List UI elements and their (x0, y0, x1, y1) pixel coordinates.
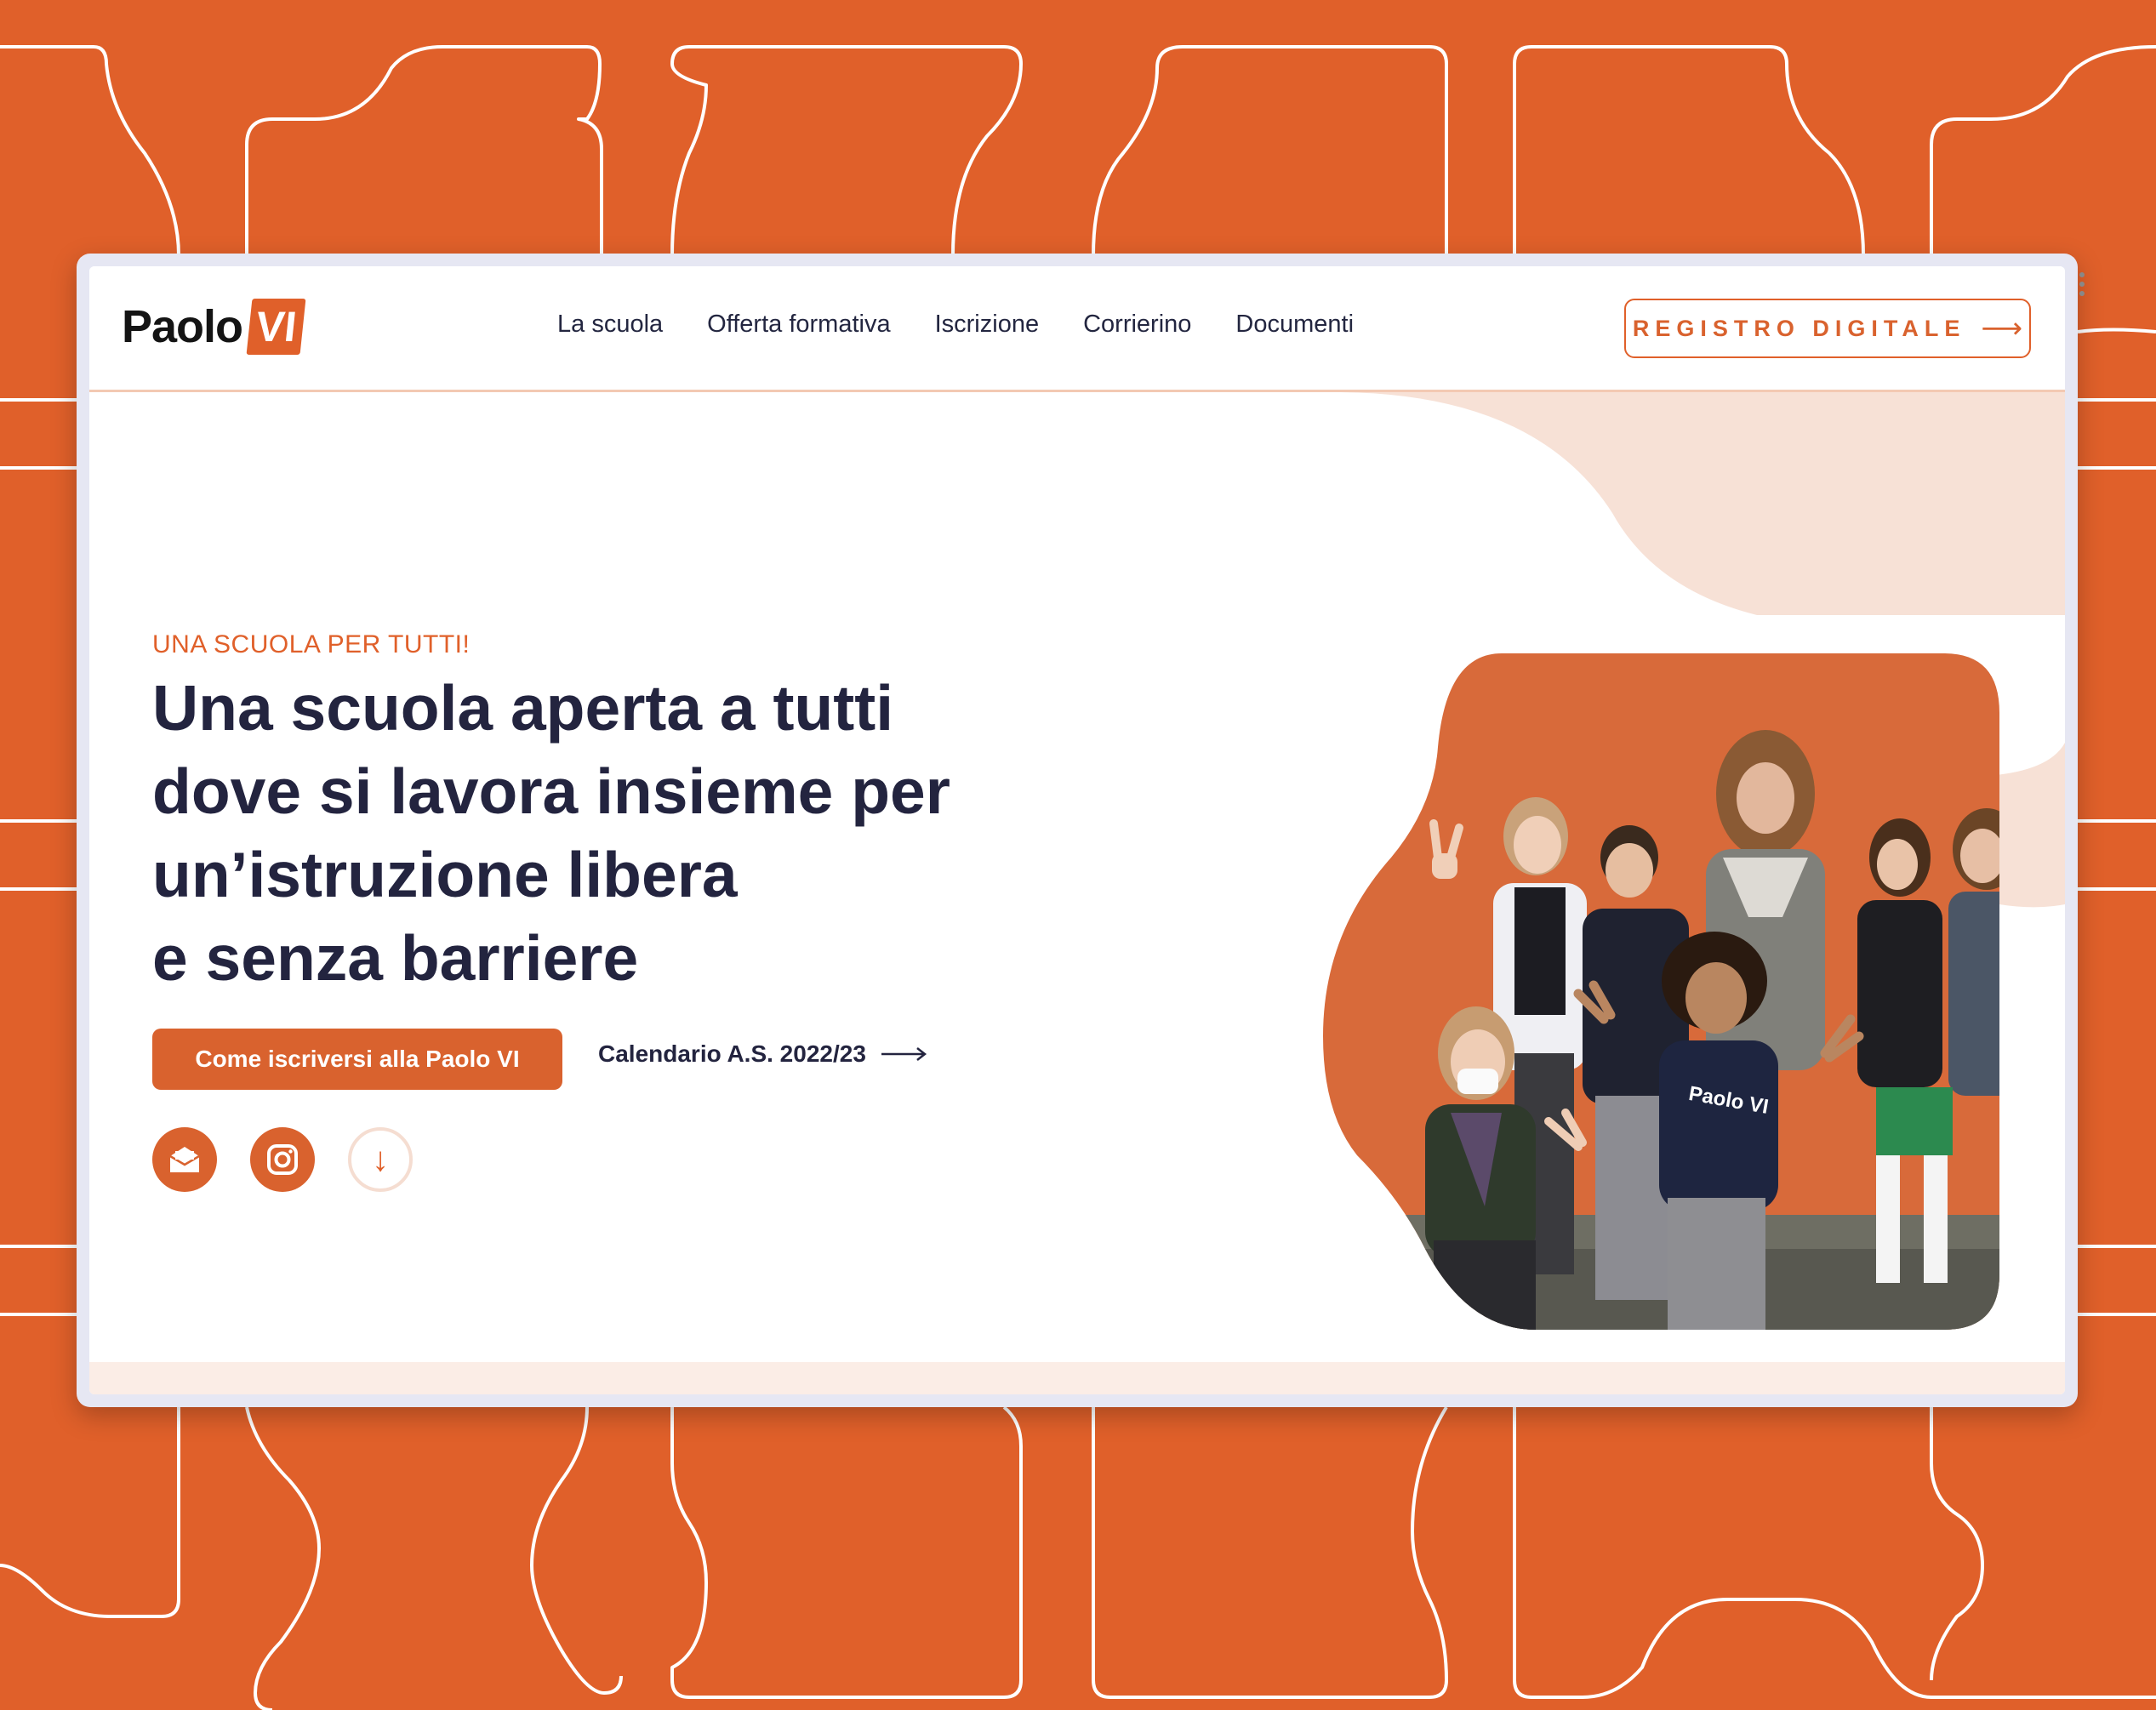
headline-line: Una scuola aperta a tutti (152, 672, 894, 744)
nav-iscrizione[interactable]: Iscrizione (935, 311, 1040, 339)
headline-line: un’istruzione libera (152, 839, 738, 910)
logo-word: Paolo (122, 301, 243, 352)
nav-offerta-formativa[interactable]: Offerta formativa (707, 311, 890, 339)
nav-documenti[interactable]: Documenti (1235, 311, 1354, 339)
browser-window: Paolo VI La scuola Offerta formativa Isc… (77, 254, 2085, 1407)
calendario-link[interactable]: Calendario A.S. 2022/23 (598, 1040, 927, 1068)
bottom-section-peek (89, 1362, 2065, 1394)
nav-la-scuola[interactable]: La scuola (557, 311, 663, 339)
come-iscriversi-button[interactable]: Come iscriversi alla Paolo VI (152, 1029, 562, 1090)
headline-line: dove si lavora insieme per (152, 755, 950, 827)
arrow-right-icon: ⟶ (1981, 312, 2023, 345)
hero-eyebrow: UNA SCUOLA PER TUTTI! (152, 630, 471, 658)
main-nav: La scuola Offerta formativa Iscrizione C… (557, 311, 1354, 339)
nav-corrierino[interactable]: Corrierino (1083, 311, 1191, 339)
headline-line: e senza barriere (152, 922, 639, 994)
instagram-icon[interactable] (250, 1127, 315, 1192)
logo-mark: VI (246, 299, 306, 355)
arrow-down-icon[interactable]: ↓ (348, 1127, 413, 1192)
hero-photo: Paolo VI (1323, 653, 1999, 1330)
registro-digitale-button[interactable]: REGISTRO DIGITALE ⟶ (1624, 299, 2031, 358)
logo[interactable]: Paolo VI (122, 297, 306, 356)
window-menu-dots[interactable] (2079, 272, 2085, 296)
calendario-label: Calendario A.S. 2022/23 (598, 1040, 866, 1067)
mail-icon[interactable] (152, 1127, 217, 1192)
page-viewport: Paolo VI La scuola Offerta formativa Isc… (89, 266, 2065, 1394)
registro-digitale-label: REGISTRO DIGITALE (1632, 315, 1966, 341)
hero-headline: Una scuola aperta a tutti dove si lavora… (152, 666, 1088, 1000)
arrow-right-icon (881, 1047, 927, 1061)
social-icons: ↓ (152, 1127, 413, 1192)
site-header: Paolo VI La scuola Offerta formativa Isc… (89, 266, 2065, 392)
